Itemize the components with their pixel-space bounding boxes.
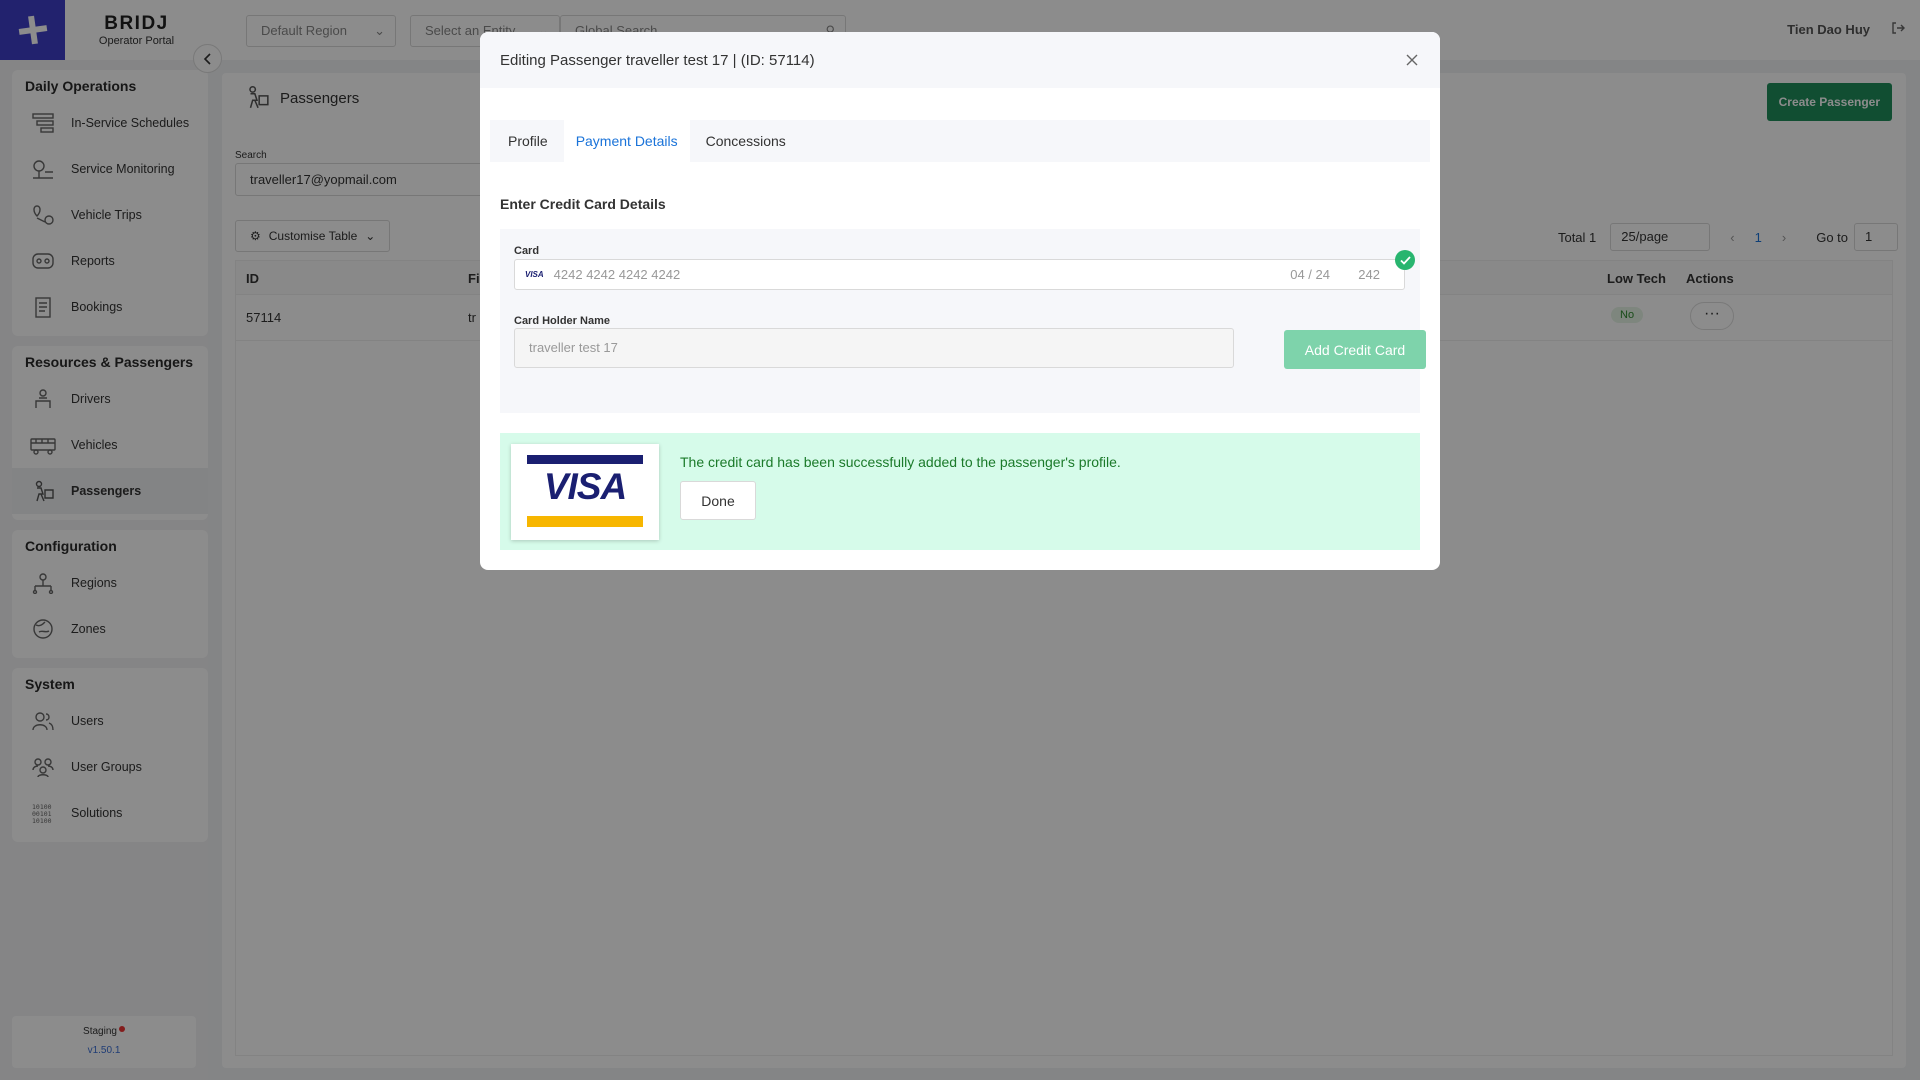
card-holder-name-input[interactable]: traveller test 17 bbox=[514, 328, 1234, 368]
card-cvc-value[interactable]: 242 bbox=[1358, 267, 1380, 282]
tab-profile[interactable]: Profile bbox=[496, 120, 560, 162]
visa-logo-bottom-bar bbox=[527, 516, 643, 527]
card-number-value: 4242 4242 4242 4242 bbox=[553, 267, 681, 282]
modal-title: Editing Passenger traveller test 17 | (I… bbox=[500, 51, 815, 69]
success-panel: VISA The credit card has been successful… bbox=[500, 433, 1420, 550]
section-title: Enter Credit Card Details bbox=[500, 196, 666, 212]
card-label: Card bbox=[514, 245, 540, 257]
visa-logo: VISA bbox=[511, 444, 659, 540]
modal-header: Editing Passenger traveller test 17 | (I… bbox=[480, 32, 1440, 88]
edit-passenger-modal: Editing Passenger traveller test 17 | (I… bbox=[480, 32, 1440, 570]
visa-logo-top-bar bbox=[527, 455, 643, 464]
visa-card-icon: VISA bbox=[525, 270, 544, 279]
success-message: The credit card has been successfully ad… bbox=[680, 454, 1121, 470]
tab-concessions[interactable]: Concessions bbox=[694, 120, 798, 162]
modal-tabs: Profile Payment Details Concessions bbox=[490, 120, 1430, 162]
card-expiry-value[interactable]: 04 / 24 bbox=[1290, 267, 1330, 282]
card-number-input[interactable]: VISA 4242 4242 4242 4242 04 / 24 242 bbox=[514, 259, 1405, 290]
done-button[interactable]: Done bbox=[680, 481, 756, 520]
check-circle-icon bbox=[1395, 250, 1415, 270]
visa-logo-text: VISA bbox=[543, 466, 627, 507]
card-holder-label: Card Holder Name bbox=[514, 315, 610, 327]
credit-card-form: Card VISA 4242 4242 4242 4242 04 / 24 24… bbox=[500, 229, 1426, 413]
add-credit-card-button[interactable]: Add Credit Card bbox=[1284, 330, 1426, 369]
close-icon[interactable] bbox=[1402, 50, 1422, 70]
tab-payment-details[interactable]: Payment Details bbox=[563, 120, 690, 162]
